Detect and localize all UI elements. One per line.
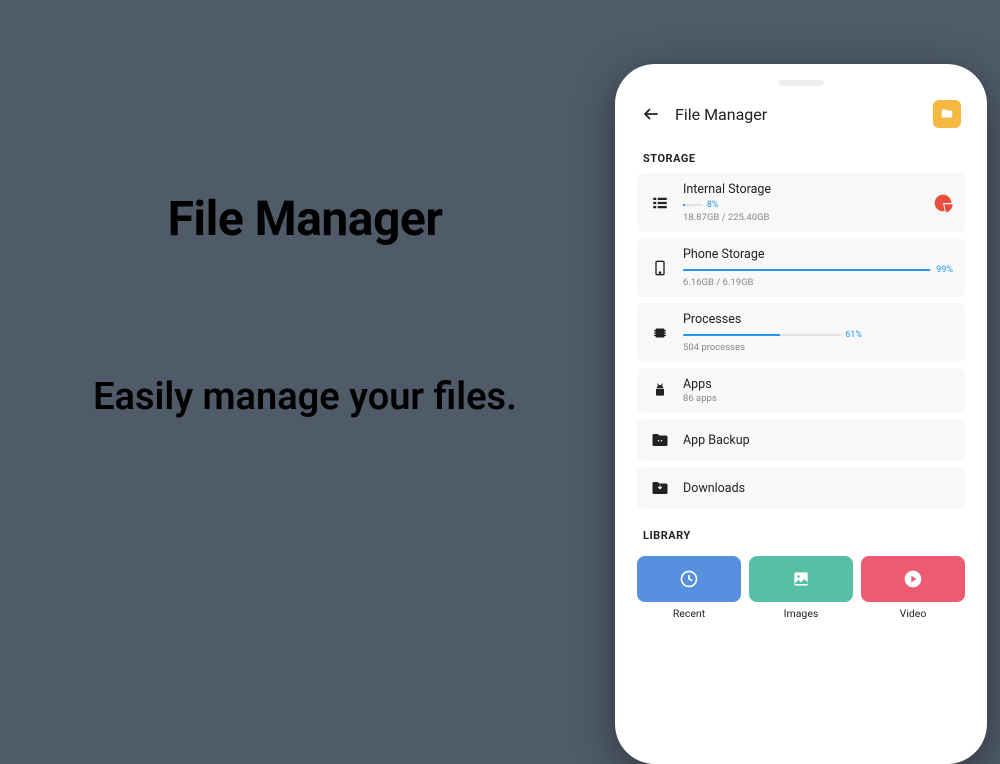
- storage-phone-progress: [683, 269, 930, 271]
- folder-icon: [940, 107, 954, 121]
- library-video-label: Video: [861, 607, 965, 620]
- download-folder-icon: [651, 480, 669, 496]
- storage-processes-progress: [683, 334, 780, 336]
- library-images-label: Images: [749, 607, 853, 620]
- promo-subtitle: Easily manage your files.: [0, 375, 610, 419]
- image-icon: [791, 569, 811, 589]
- pie-chart-icon[interactable]: [933, 193, 953, 213]
- storage-apps-row[interactable]: Apps 86 apps: [637, 368, 965, 413]
- storage-internal-row[interactable]: Internal Storage 8% 18.87GB / 225.40GB: [637, 173, 965, 232]
- storage-phone-pct: 99%: [936, 265, 953, 275]
- backup-icon: [651, 432, 669, 448]
- storage-internal-pct: 8%: [707, 200, 719, 210]
- library-images-tile[interactable]: [749, 556, 853, 602]
- library-recent-tile[interactable]: [637, 556, 741, 602]
- folder-button[interactable]: [933, 100, 961, 128]
- phone-notch: [778, 80, 824, 86]
- phone-icon: [652, 260, 668, 276]
- storage-processes-title: Processes: [683, 312, 953, 327]
- promo-title: File Manager: [0, 190, 610, 247]
- app-title: File Manager: [675, 105, 919, 124]
- storage-backup-title: App Backup: [683, 433, 953, 448]
- android-icon: [652, 383, 668, 399]
- storage-phone-row[interactable]: Phone Storage 99% 6.16GB / 6.19GB: [637, 238, 965, 297]
- back-button[interactable]: [641, 104, 661, 124]
- clock-icon: [679, 569, 699, 589]
- storage-processes-sub: 504 processes: [683, 342, 953, 353]
- storage-downloads-row[interactable]: Downloads: [637, 467, 965, 509]
- library-video-tile[interactable]: [861, 556, 965, 602]
- storage-apps-sub: 86 apps: [683, 393, 953, 404]
- phone-frame: File Manager STORAGE Inte: [615, 64, 987, 764]
- storage-section-label: STORAGE: [623, 138, 979, 173]
- library-recent-label: Recent: [637, 607, 741, 620]
- storage-internal-title: Internal Storage: [683, 182, 921, 197]
- storage-internal-sub: 18.87GB / 225.40GB: [683, 212, 921, 223]
- arrow-left-icon: [642, 105, 660, 123]
- play-icon: [903, 569, 923, 589]
- storage-phone-title: Phone Storage: [683, 247, 953, 262]
- library-section-label: LIBRARY: [623, 509, 979, 550]
- storage-list-icon: [651, 194, 669, 212]
- storage-processes-pct: 61%: [845, 330, 862, 340]
- storage-downloads-title: Downloads: [683, 481, 953, 496]
- storage-processes-row[interactable]: Processes 61% 504 processes: [637, 303, 965, 362]
- storage-phone-sub: 6.16GB / 6.19GB: [683, 277, 953, 288]
- storage-backup-row[interactable]: App Backup: [637, 419, 965, 461]
- storage-internal-progress: [683, 204, 685, 206]
- cpu-icon: [651, 324, 669, 342]
- storage-apps-title: Apps: [683, 377, 953, 392]
